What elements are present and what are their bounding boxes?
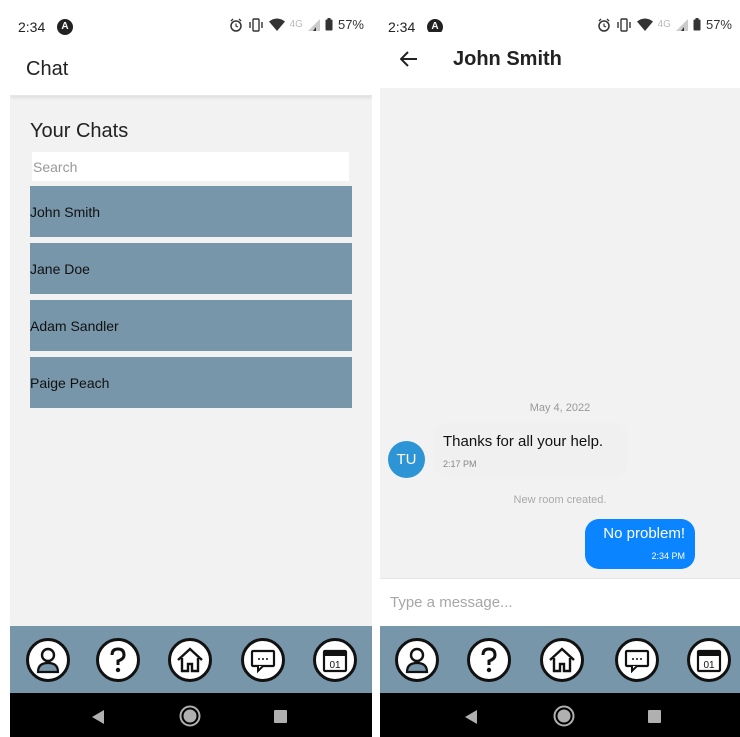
home-icon bbox=[549, 647, 575, 673]
message-list: May 4, 2022 TU Thanks for all your help.… bbox=[380, 88, 740, 578]
home-nav-icon[interactable] bbox=[179, 705, 201, 727]
chat-icon bbox=[250, 649, 276, 674]
recents-nav-icon[interactable] bbox=[648, 710, 661, 723]
help-icon bbox=[481, 647, 497, 673]
calendar-icon: 01 bbox=[696, 649, 722, 673]
message-input[interactable] bbox=[390, 589, 710, 615]
battery-percent: 57% bbox=[337, 17, 364, 32]
battery-icon bbox=[693, 18, 701, 31]
tab-home[interactable] bbox=[168, 638, 212, 682]
network-type-label: 4G bbox=[657, 19, 671, 30]
wifi-icon bbox=[268, 18, 285, 31]
back-arrow-icon[interactable] bbox=[400, 51, 418, 67]
chat-item-label: Adam Sandler bbox=[30, 317, 119, 334]
profile-icon bbox=[36, 647, 60, 674]
system-nav-bar bbox=[10, 693, 372, 737]
vibrate-icon bbox=[248, 17, 263, 32]
your-chats-heading: Your Chats bbox=[30, 120, 129, 142]
message-text: Thanks for all your help. bbox=[443, 433, 604, 450]
app-bar: Chat bbox=[10, 40, 372, 96]
calendar-icon: 01 bbox=[322, 649, 348, 673]
tab-home[interactable] bbox=[540, 638, 584, 682]
message-time: 2:34 PM bbox=[651, 551, 685, 561]
status-icons: 4G 57% bbox=[597, 17, 732, 32]
chat-item-paige-peach[interactable]: Paige Peach bbox=[30, 357, 352, 408]
tab-profile[interactable] bbox=[395, 638, 439, 682]
chat-item-label: John Smith bbox=[30, 203, 101, 220]
calendar-day-label: 01 bbox=[329, 660, 341, 671]
home-nav-icon[interactable] bbox=[553, 705, 575, 727]
chat-list-screen: 2:34 A 4G 57% Chat Your Chats John Smith… bbox=[10, 0, 372, 737]
app-notification-icon: A bbox=[57, 19, 73, 35]
profile-icon bbox=[405, 647, 429, 674]
tab-profile[interactable] bbox=[26, 638, 70, 682]
message-composer bbox=[380, 578, 740, 625]
contact-name: John Smith bbox=[453, 48, 562, 70]
tab-help[interactable] bbox=[96, 638, 140, 682]
incoming-message-bubble: Thanks for all your help. 2:17 PM bbox=[433, 423, 628, 477]
calendar-day-label: 01 bbox=[703, 660, 715, 671]
message-time: 2:17 PM bbox=[443, 459, 477, 469]
chat-icon bbox=[624, 649, 650, 674]
bottom-tab-bar: 01 bbox=[10, 626, 372, 693]
back-nav-icon[interactable] bbox=[465, 710, 477, 724]
search-input[interactable] bbox=[32, 152, 349, 181]
alarm-icon bbox=[597, 18, 610, 32]
wifi-icon bbox=[636, 18, 653, 31]
signal-icon bbox=[307, 18, 320, 31]
date-separator: May 4, 2022 bbox=[529, 402, 591, 414]
status-icons: 4G 57% bbox=[229, 17, 364, 32]
signal-icon bbox=[675, 18, 688, 31]
alarm-icon bbox=[229, 18, 242, 32]
message-text: No problem! bbox=[603, 525, 685, 542]
tab-help[interactable] bbox=[467, 638, 511, 682]
chat-item-adam-sandler[interactable]: Adam Sandler bbox=[30, 300, 352, 351]
chat-list-content: Your Chats John Smith Jane Doe Adam Sand… bbox=[10, 96, 372, 626]
avatar: TU bbox=[388, 441, 425, 478]
system-message: New room created. bbox=[513, 494, 607, 506]
bottom-tab-bar: 01 bbox=[380, 626, 740, 693]
tab-chat[interactable] bbox=[241, 638, 285, 682]
conversation-header: John Smith bbox=[380, 32, 740, 88]
conversation-screen: 2:34 A 4G 57% John Smith May 4, 2022 TU … bbox=[380, 0, 740, 737]
chat-item-label: Paige Peach bbox=[30, 374, 110, 391]
status-time: 2:34 bbox=[18, 19, 46, 35]
recents-nav-icon[interactable] bbox=[274, 710, 287, 723]
tab-calendar[interactable]: 01 bbox=[313, 638, 357, 682]
battery-percent: 57% bbox=[705, 17, 732, 32]
help-icon bbox=[110, 647, 126, 673]
chat-item-jane-doe[interactable]: Jane Doe bbox=[30, 243, 352, 294]
chat-item-john-smith[interactable]: John Smith bbox=[30, 186, 352, 237]
tab-calendar[interactable]: 01 bbox=[687, 638, 731, 682]
status-bar: 2:34 A 4G 57% bbox=[10, 0, 372, 40]
back-nav-icon[interactable] bbox=[92, 710, 104, 724]
network-type-label: 4G bbox=[289, 19, 303, 30]
system-nav-bar bbox=[380, 693, 740, 737]
home-icon bbox=[177, 647, 203, 673]
outgoing-message-bubble: No problem! 2:34 PM bbox=[585, 519, 695, 569]
app-title: Chat bbox=[26, 58, 69, 80]
battery-icon bbox=[325, 18, 333, 31]
chat-list: John Smith Jane Doe Adam Sandler Paige P… bbox=[30, 186, 352, 414]
chat-item-label: Jane Doe bbox=[30, 260, 90, 277]
vibrate-icon bbox=[616, 17, 631, 32]
tab-chat[interactable] bbox=[615, 638, 659, 682]
